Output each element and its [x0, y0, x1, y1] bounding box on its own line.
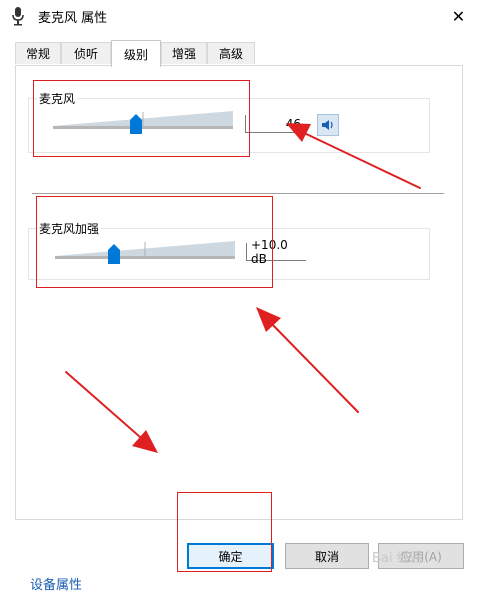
boost-level-label: 麦克风加强 — [37, 220, 102, 237]
separator — [32, 193, 444, 194]
title-bar: 麦克风 属性 ✕ — [0, 0, 479, 34]
slider-thumb[interactable] — [108, 244, 121, 264]
boost-level-slider[interactable] — [55, 238, 235, 266]
mic-level-label: 麦克风 — [37, 90, 78, 107]
microphone-icon — [10, 6, 26, 26]
ok-button[interactable]: 确定 — [187, 543, 274, 569]
watermark: Bai 经验 — [372, 550, 423, 566]
slider-wedge — [55, 241, 235, 256]
tab-strip: 常规 侦听 级别 增强 高级 — [15, 40, 465, 67]
window-title: 麦克风 属性 — [38, 11, 108, 26]
mic-level-slider[interactable] — [53, 108, 233, 136]
slider-thumb[interactable] — [129, 114, 142, 134]
tab-levels[interactable]: 级别 — [111, 40, 161, 67]
mic-level-value[interactable]: 46 — [245, 115, 305, 133]
speaker-icon — [322, 120, 333, 130]
close-icon: ✕ — [451, 6, 466, 26]
tab-listen[interactable]: 侦听 — [61, 42, 111, 64]
device-properties-link[interactable]: 设备属性 — [30, 574, 82, 593]
slider-track — [53, 126, 233, 129]
tab-enhancements[interactable]: 增强 — [161, 42, 207, 64]
cancel-button[interactable]: 取消 — [285, 543, 369, 569]
slider-track — [55, 256, 235, 259]
mute-button[interactable] — [317, 114, 339, 136]
close-button[interactable]: ✕ — [438, 0, 479, 32]
boost-level-value[interactable]: +10.0 dB — [246, 238, 306, 266]
tab-general[interactable]: 常规 — [15, 42, 61, 64]
slider-wedge — [53, 111, 233, 126]
tab-advanced[interactable]: 高级 — [207, 42, 255, 64]
